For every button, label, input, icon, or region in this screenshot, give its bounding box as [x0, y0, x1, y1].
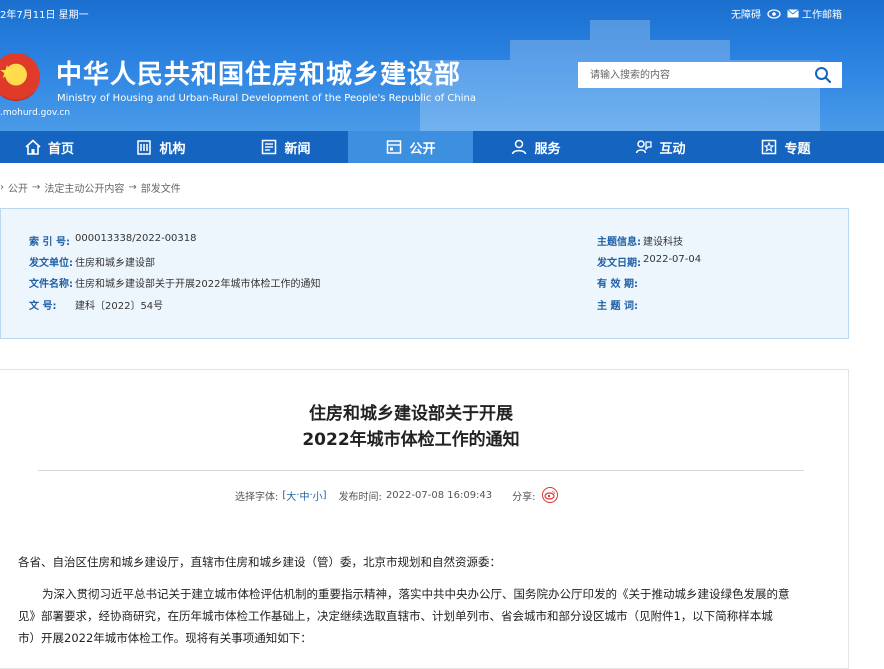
meta-topic-label: 主题信息: — [597, 237, 641, 248]
share-label: 分享: — [512, 491, 536, 503]
news-icon — [262, 139, 277, 155]
open-icon — [387, 140, 402, 154]
nav-item-interact[interactable]: 互动 — [598, 131, 723, 163]
nav-item-label: 服务 — [534, 141, 561, 157]
site-header: 2年7月11日 星期一 无障碍 工作邮箱 ★ 中华人民共和国住房和城乡建设部 M… — [0, 0, 884, 131]
meta-date: 发文日期: 2022-07-04 — [597, 254, 701, 269]
meta-index: 索 引 号: 000013338/2022-00318 — [29, 233, 197, 248]
meta-filename: 文件名称: 住房和城乡建设部关于开展2022年城市体检工作的通知 — [29, 275, 320, 290]
article-title: 住房和城乡建设部关于开展 2022年城市体检工作的通知 — [0, 401, 822, 453]
building-icon — [137, 140, 152, 155]
search-box — [578, 62, 842, 88]
mail-icon — [787, 9, 799, 18]
meta-doc-number-label: 文 号: — [29, 301, 57, 312]
meta-filename-label: 文件名称: — [29, 279, 73, 290]
font-bracket-close: ] — [322, 489, 327, 501]
site-subtitle: Ministry of Housing and Urban-Rural Deve… — [57, 93, 476, 104]
nav-item-label: 专题 — [784, 141, 811, 157]
weibo-share-icon[interactable] — [541, 487, 558, 503]
article-title-line1: 住房和城乡建设部关于开展 — [309, 404, 513, 424]
nav-item-label: 公开 — [409, 141, 436, 157]
font-small-button[interactable]: 小 — [313, 488, 323, 503]
meta-index-value: 000013338/2022-00318 — [75, 233, 197, 244]
search-input[interactable] — [578, 62, 808, 88]
font-size-label: 选择字体: — [235, 491, 279, 503]
mail-link[interactable]: 工作邮箱 — [787, 6, 842, 21]
breadcrumb-separator: › — [0, 182, 4, 193]
home-icon — [25, 139, 41, 155]
font-medium-button[interactable]: 中 — [299, 488, 309, 503]
meta-doc-number-value: 建科〔2022〕54号 — [75, 301, 164, 312]
nav-item-service[interactable]: 服务 — [473, 131, 598, 163]
meta-issuer-value: 住房和城乡建设部 — [75, 258, 155, 269]
nav-item-open[interactable]: 公开 — [348, 131, 473, 163]
nav-item-topic[interactable]: 专题 — [723, 131, 848, 163]
meta-issuer-label: 发文单位: — [29, 258, 73, 269]
meta-filename-value: 住房和城乡建设部关于开展2022年城市体检工作的通知 — [75, 279, 321, 290]
meta-date-value: 2022-07-04 — [643, 254, 702, 265]
accessibility-link[interactable]: 无障碍 — [731, 6, 761, 21]
star-icon: ★ — [0, 62, 16, 83]
nav-item-org[interactable]: 机构 — [98, 131, 223, 163]
article-paragraph-2-line1: 为深入贯彻习近平总书记关于建立城市体检评估机制的重要指示精神，落实中共中央办公厅… — [42, 587, 790, 601]
meta-validity: 有 效 期: — [597, 275, 643, 290]
article-info-row: 选择字体: [ 大 · 中 · 小 ] 发布时间: 2022-07-08 16:… — [235, 487, 558, 503]
site-url: .mohurd.gov.cn — [0, 108, 71, 118]
meta-keywords-label: 主 题 词: — [597, 301, 638, 312]
meta-doc-number: 文 号: 建科〔2022〕54号 — [29, 297, 163, 312]
nav-item-news[interactable]: 新闻 — [223, 131, 348, 163]
meta-topic: 主题信息: 建设科技 — [597, 233, 683, 248]
breadcrumb: › 公开 → 法定主动公开内容 → 部发文件 — [0, 180, 181, 195]
publish-time-label: 发布时间: — [338, 491, 382, 503]
meta-date-label: 发文日期: — [597, 258, 641, 269]
nav-item-label: 新闻 — [284, 141, 311, 157]
eye-icon[interactable] — [767, 8, 781, 19]
article-paragraph-1: 各省、自治区住房和城乡建设厅，直辖市住房和城乡建设（管）委，北京市规划和自然资源… — [18, 555, 501, 569]
mail-link-label: 工作邮箱 — [802, 10, 842, 21]
font-large-button[interactable]: 大 — [286, 488, 296, 503]
topbar-links: 无障碍 工作邮箱 — [731, 6, 842, 21]
article-paragraph-2-line2: 见》部署要求，经协商研究，在历年城市体检工作基础上，决定继续选取直辖市、计划单列… — [18, 609, 773, 623]
service-icon — [512, 139, 527, 155]
national-emblem-icon: ★ — [0, 53, 40, 101]
meta-index-label: 索 引 号: — [29, 237, 70, 248]
article-title-line2: 2022年城市体检工作的通知 — [302, 430, 520, 450]
meta-validity-label: 有 效 期: — [597, 279, 638, 290]
nav-item-label: 互动 — [659, 141, 686, 157]
main-nav: 首页 机构 新闻 公开 服务 互动 专题 — [0, 131, 884, 163]
breadcrumb-item-documents[interactable]: 部发文件 — [141, 180, 181, 195]
nav-item-label: 首页 — [47, 141, 74, 157]
breadcrumb-item-open[interactable]: 公开 — [8, 180, 28, 195]
meta-issuer: 发文单位: 住房和城乡建设部 — [29, 254, 155, 269]
search-icon[interactable] — [814, 66, 832, 84]
meta-topic-value: 建设科技 — [643, 237, 683, 248]
interact-icon — [636, 140, 653, 154]
nav-item-home[interactable]: 首页 — [0, 131, 98, 163]
breadcrumb-separator: → — [128, 182, 137, 193]
title-divider — [38, 470, 804, 471]
publish-time-value: 2022-07-08 16:09:43 — [385, 489, 493, 501]
current-date: 2年7月11日 星期一 — [0, 10, 89, 21]
document-meta-box: 索 引 号: 000013338/2022-00318 发文单位: 住房和城乡建… — [0, 208, 849, 339]
breadcrumb-item-statutory[interactable]: 法定主动公开内容 — [44, 180, 124, 195]
topic-icon — [762, 139, 777, 155]
meta-keywords: 主 题 词: — [597, 297, 643, 312]
site-title[interactable]: 中华人民共和国住房和城乡建设部 — [56, 54, 461, 91]
article-paragraph-2-line3: 市）开展2022年城市体检工作。现将有关事项通知如下： — [18, 631, 312, 645]
breadcrumb-separator: → — [32, 182, 41, 193]
nav-item-label: 机构 — [159, 141, 186, 157]
